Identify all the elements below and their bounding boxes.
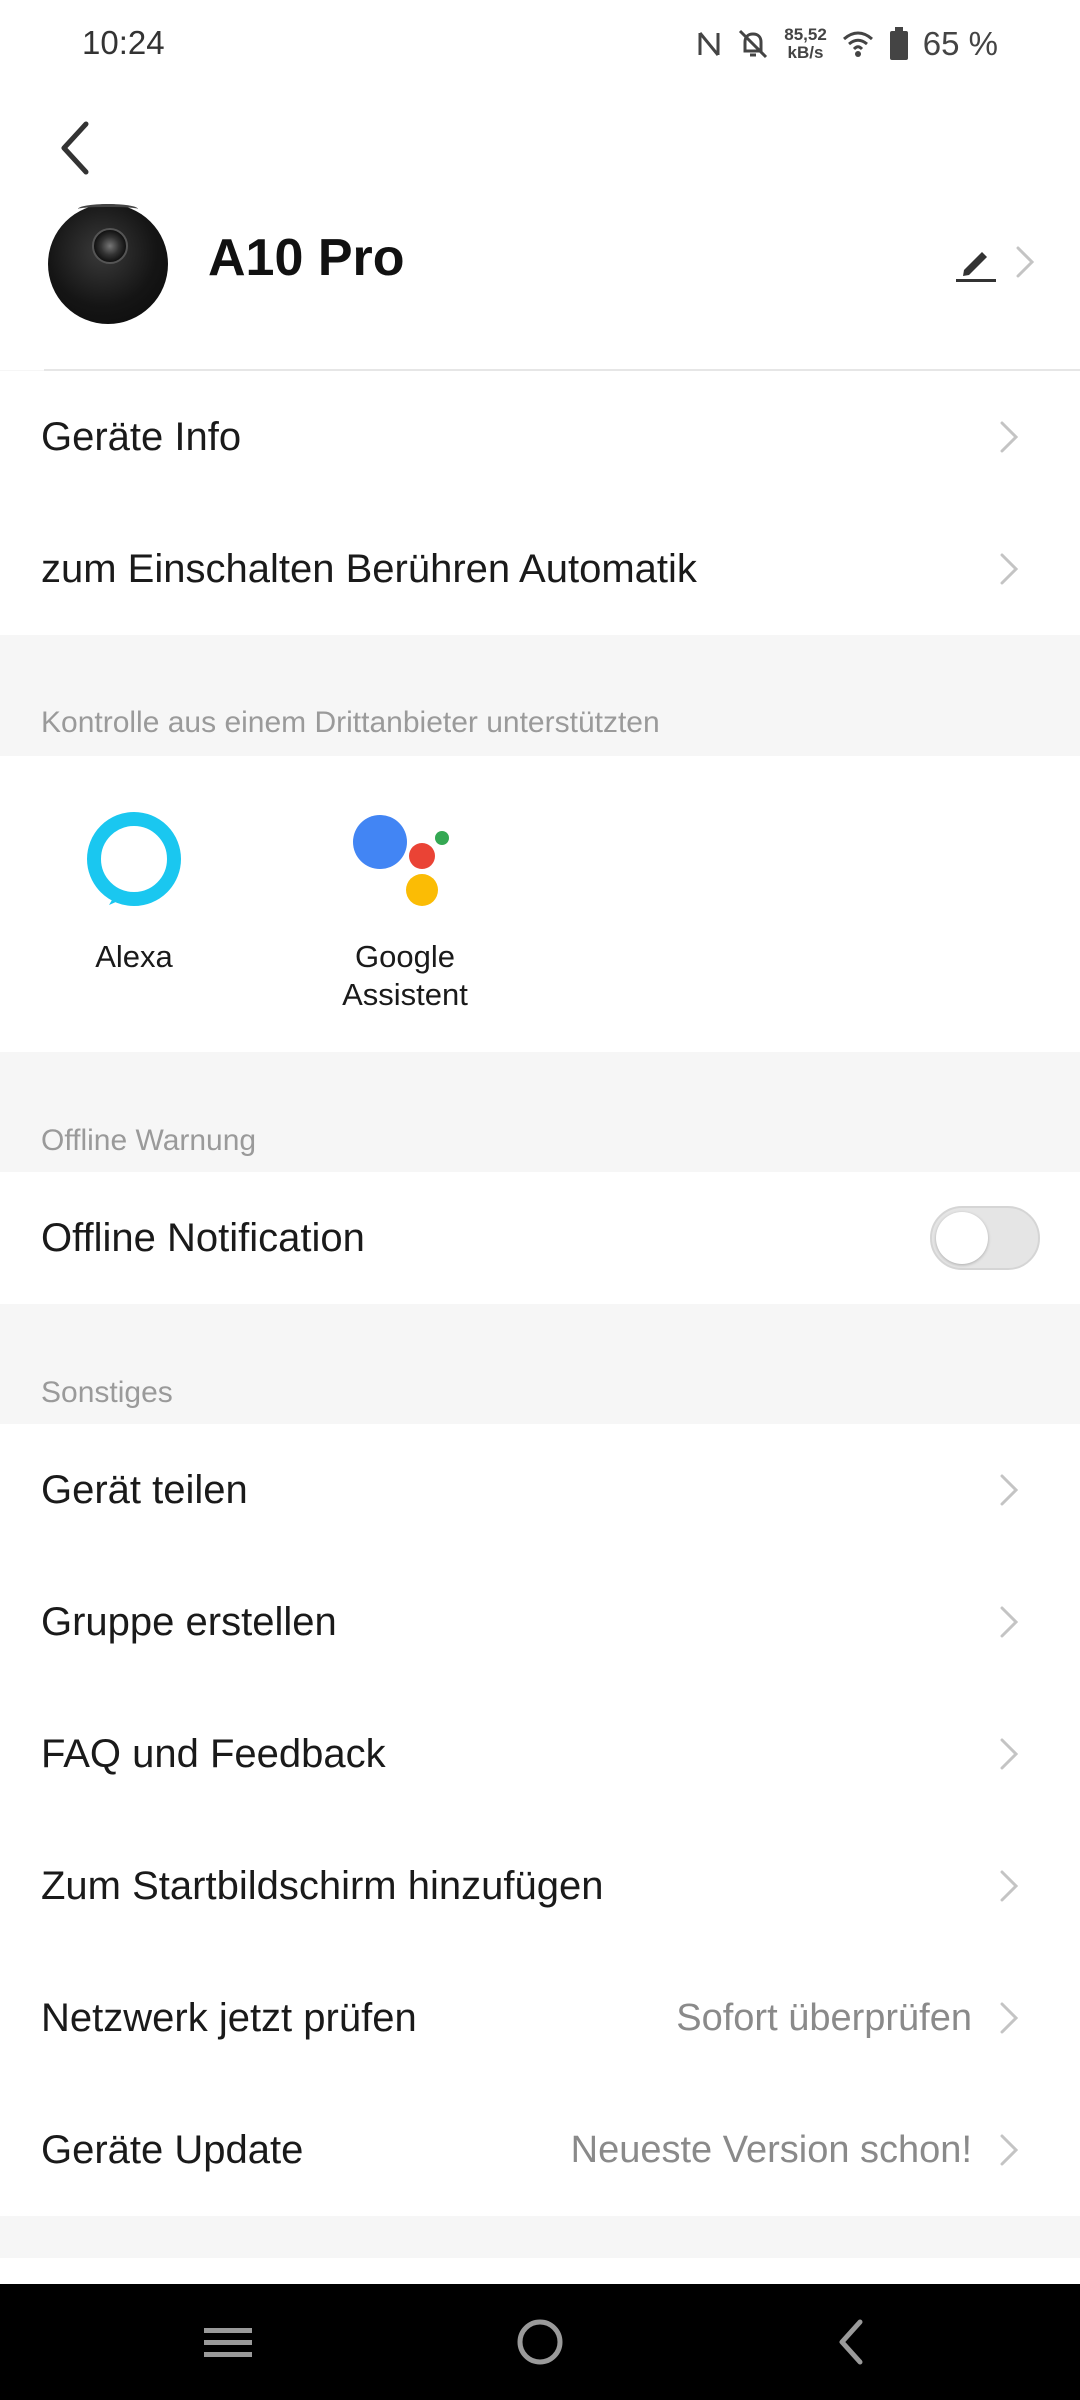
back-arrow-icon (61, 121, 89, 175)
battery-percent: 65 % (922, 25, 998, 62)
network-speed-value: 85,52 (784, 25, 827, 44)
google-label-line2: Assistent (342, 977, 468, 1012)
menu-item-label: Geräte Update (41, 2127, 304, 2172)
menu-item-value: Sofort überprüfen (676, 1996, 972, 2039)
status-bar: 10:24 85,52 kB/s 65 % (0, 0, 1080, 88)
menu-item-value: Neueste Version schon! (570, 2128, 972, 2171)
alexa-label: Alexa (95, 939, 173, 974)
battery-icon (889, 27, 909, 61)
menu-item-check-network[interactable]: Netzwerk jetzt prüfen Sofort überprüfen (0, 1952, 1080, 2084)
menu-item-add-to-homescreen[interactable]: Zum Startbildschirm hinzufügen (0, 1820, 1080, 1952)
robot-bumper (78, 204, 138, 214)
menu-item-label: Geräte Info (41, 414, 242, 459)
mute-bell-icon (736, 27, 770, 61)
chevron-right-icon[interactable] (1014, 244, 1036, 280)
google-assistant-label: Google Assistent (320, 938, 490, 1014)
home-circle-icon (517, 2319, 563, 2365)
menu-item-device-update[interactable]: Geräte Update Neueste Version schon! (0, 2084, 1080, 2216)
next-group-peek (0, 2258, 1080, 2284)
menu-item-faq-feedback[interactable]: FAQ und Feedback (0, 1688, 1080, 1820)
alexa-icon (87, 812, 181, 906)
toggle-knob (936, 1212, 988, 1264)
section-title-offline: Offline Warnung (41, 1124, 257, 1157)
section-title-misc: Sonstiges (41, 1376, 173, 1409)
google-label-line1: Google (355, 939, 455, 974)
menu-lines-icon (204, 2328, 252, 2357)
device-avatar (48, 204, 168, 324)
menu-item-label: Zum Startbildschirm hinzufügen (41, 1863, 604, 1908)
chevron-right-icon (1000, 421, 1019, 453)
chevron-right-icon (1000, 1474, 1019, 1506)
system-nav-bar (0, 2284, 1080, 2400)
robot-lidar (92, 228, 128, 264)
nfc-icon (696, 29, 722, 59)
wifi-icon (841, 29, 875, 59)
google-assistant-button[interactable]: Google Assistent (320, 810, 490, 1014)
menu-item-create-group[interactable]: Gruppe erstellen (0, 1556, 1080, 1688)
status-time: 10:24 (82, 24, 165, 61)
section-title-third-party: Kontrolle aus einem Drittanbieter unters… (41, 706, 660, 739)
device-name: A10 Pro (208, 229, 405, 287)
menu-item-label: zum Einschalten Berühren Automatik (41, 546, 697, 591)
menu-item-label: Gruppe erstellen (41, 1599, 337, 1644)
offline-notification-toggle[interactable] (930, 1206, 1040, 1270)
menu-item-label: Netzwerk jetzt prüfen (41, 1995, 417, 2040)
status-icons: 85,52 kB/s 65 % (696, 20, 998, 68)
third-party-group: Alexa Google Assistent (0, 756, 1080, 1052)
pencil-icon (956, 252, 996, 282)
offline-notification-row: Offline Notification (0, 1172, 1080, 1304)
chevron-right-icon (1000, 1606, 1019, 1638)
chevron-right-icon (1000, 553, 1019, 585)
network-speed: 85,52 kB/s (784, 26, 827, 62)
menu-item-label: FAQ und Feedback (41, 1731, 386, 1776)
menu-item-touch-auto[interactable]: zum Einschalten Berühren Automatik (0, 503, 1080, 635)
chevron-right-icon (1000, 1870, 1019, 1902)
device-menu-group: Geräte Info zum Einschalten Berühren Aut… (0, 371, 1080, 635)
edit-name-button[interactable] (954, 240, 998, 284)
network-speed-unit: kB/s (787, 43, 824, 62)
home-button[interactable] (510, 2314, 570, 2370)
menu-item-label: Gerät teilen (41, 1467, 248, 1512)
chevron-right-icon (1000, 2134, 1019, 2166)
back-button[interactable] (52, 112, 100, 184)
offline-group: Offline Notification (0, 1172, 1080, 1304)
menu-item-device-info[interactable]: Geräte Info (0, 371, 1080, 503)
system-back-button[interactable] (822, 2314, 882, 2370)
chevron-right-icon (1000, 1738, 1019, 1770)
google-assistant-icon (353, 815, 449, 906)
menu-item-share-device[interactable]: Gerät teilen (0, 1424, 1080, 1556)
recent-apps-button[interactable] (198, 2314, 258, 2370)
back-chevron-icon (839, 2319, 863, 2365)
device-header (0, 88, 1080, 370)
misc-group: Gerät teilen Gruppe erstellen FAQ und Fe… (0, 1424, 1080, 2216)
alexa-button[interactable]: Alexa (68, 810, 200, 976)
chevron-right-icon (1000, 2002, 1019, 2034)
offline-notification-label: Offline Notification (41, 1215, 365, 1260)
